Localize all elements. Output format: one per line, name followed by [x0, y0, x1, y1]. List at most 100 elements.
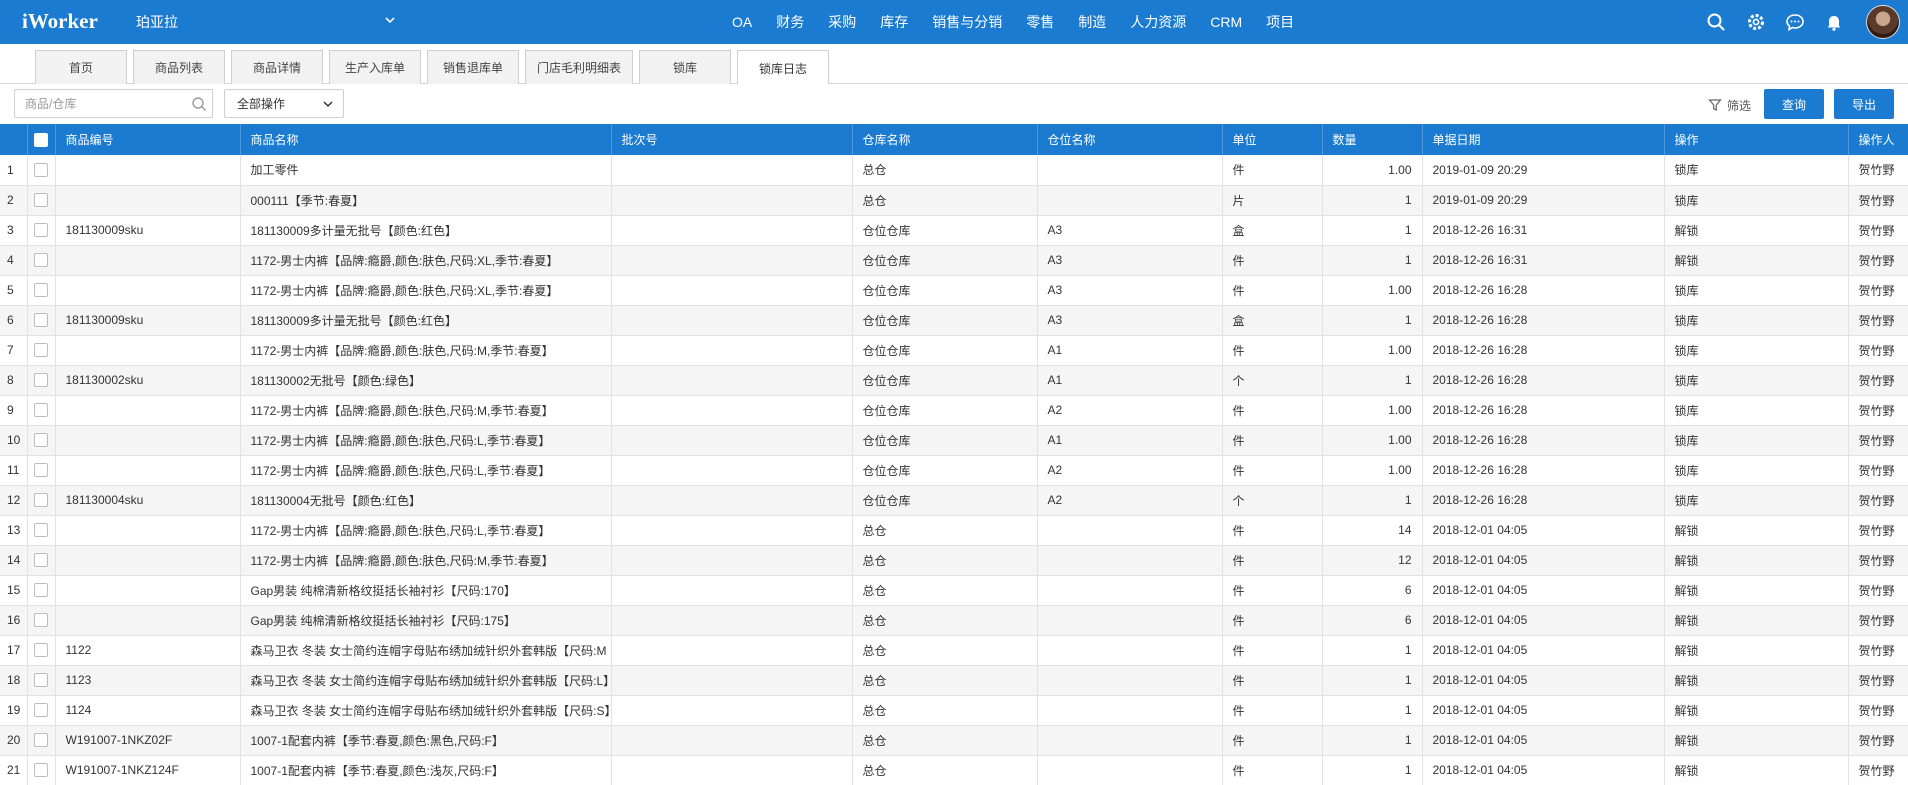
table-row[interactable]: 8 181130002sku 181130002无批号【颜色:绿色】 仓位仓库 A1 个 1…	[0, 365, 1908, 396]
tab-store-margin[interactable]: 门店毛利明细表	[525, 50, 633, 84]
nav-project[interactable]: 项目	[1254, 12, 1306, 32]
row-select-checkbox[interactable]	[34, 403, 48, 418]
row-select-checkbox[interactable]	[34, 223, 48, 238]
nav-purchase[interactable]: 采购	[816, 12, 868, 32]
header-select-all[interactable]	[27, 124, 56, 155]
row-checkbox[interactable]	[27, 725, 56, 756]
nav-finance[interactable]: 财务	[764, 12, 816, 32]
nav-crm[interactable]: CRM	[1198, 14, 1254, 30]
row-select-checkbox[interactable]	[34, 283, 48, 298]
tab-sales-return[interactable]: 销售退库单	[427, 50, 519, 84]
row-checkbox[interactable]	[27, 275, 56, 306]
tab-stock-lock-log[interactable]: 锁库日志	[737, 50, 829, 85]
row-select-checkbox[interactable]	[34, 253, 48, 268]
table-row[interactable]: 11 1172-男士内裤【品牌:瘾爵,颜色:肤色,尺码:L,季节:春夏】 仓位仓库 A…	[0, 455, 1908, 486]
row-checkbox[interactable]	[27, 185, 56, 216]
row-select-checkbox[interactable]	[34, 583, 48, 598]
table-row[interactable]: 7 1172-男士内裤【品牌:瘾爵,颜色:肤色,尺码:M,季节:春夏】 仓位仓库 A1…	[0, 335, 1908, 366]
table-row[interactable]: 4 1172-男士内裤【品牌:瘾爵,颜色:肤色,尺码:XL,季节:春夏】 仓位仓库 A…	[0, 245, 1908, 276]
header-operator[interactable]: 操作人	[1848, 124, 1908, 155]
table-row[interactable]: 3 181130009sku 181130009多计量无批号【颜色:红色】 仓位仓库 A…	[0, 215, 1908, 246]
table-row[interactable]: 10 1172-男士内裤【品牌:瘾爵,颜色:肤色,尺码:L,季节:春夏】 仓位仓库 A…	[0, 425, 1908, 456]
table-row[interactable]: 17 1122 森马卫衣 冬装 女士简约连帽字母贴布绣加绒针织外套韩版【尺码:M 总仓…	[0, 635, 1908, 666]
search-icon[interactable]	[1706, 12, 1726, 32]
app-logo[interactable]: iWorker	[22, 9, 98, 34]
table-row[interactable]: 6 181130009sku 181130009多计量无批号【颜色:红色】 仓位仓库 A…	[0, 305, 1908, 336]
nav-manufacturing[interactable]: 制造	[1066, 12, 1118, 32]
row-select-checkbox[interactable]	[34, 553, 48, 568]
row-checkbox[interactable]	[27, 155, 56, 186]
row-checkbox[interactable]	[27, 755, 56, 785]
nav-sales[interactable]: 销售与分销	[920, 12, 1014, 32]
tab-product-detail[interactable]: 商品详情	[231, 50, 323, 84]
row-select-checkbox[interactable]	[34, 193, 48, 208]
row-select-checkbox[interactable]	[34, 703, 48, 718]
row-checkbox[interactable]	[27, 695, 56, 726]
row-select-checkbox[interactable]	[34, 313, 48, 328]
select-all-checkbox[interactable]	[34, 132, 48, 147]
row-checkbox[interactable]	[27, 245, 56, 276]
nav-inventory[interactable]: 库存	[868, 12, 920, 32]
chevron-down-icon[interactable]	[383, 13, 397, 27]
search-icon[interactable]	[191, 96, 207, 112]
header-quantity[interactable]: 数量	[1322, 124, 1423, 155]
company-name[interactable]: 珀亚拉	[136, 12, 178, 32]
table-row[interactable]: 15 Gap男装 纯棉清新格纹挺括长袖衬衫【尺码:170】 总仓 件 6 2018-12-…	[0, 575, 1908, 606]
tab-home[interactable]: 首页	[35, 50, 127, 84]
row-checkbox[interactable]	[27, 425, 56, 456]
row-checkbox[interactable]	[27, 335, 56, 366]
filter-button[interactable]: 筛选	[1708, 96, 1751, 114]
operation-select[interactable]: 全部操作	[224, 89, 344, 118]
row-select-checkbox[interactable]	[34, 763, 48, 778]
table-row[interactable]: 13 1172-男士内裤【品牌:瘾爵,颜色:肤色,尺码:L,季节:春夏】 总仓 件 14…	[0, 515, 1908, 546]
header-location[interactable]: 仓位名称	[1037, 124, 1223, 155]
row-select-checkbox[interactable]	[34, 463, 48, 478]
table-row[interactable]: 14 1172-男士内裤【品牌:瘾爵,颜色:肤色,尺码:M,季节:春夏】 总仓 件 12…	[0, 545, 1908, 576]
chat-icon[interactable]	[1785, 12, 1805, 32]
row-select-checkbox[interactable]	[34, 523, 48, 538]
row-select-checkbox[interactable]	[34, 343, 48, 358]
row-checkbox[interactable]	[27, 305, 56, 336]
table-row[interactable]: 9 1172-男士内裤【品牌:瘾爵,颜色:肤色,尺码:M,季节:春夏】 仓位仓库 A2…	[0, 395, 1908, 426]
table-row[interactable]: 5 1172-男士内裤【品牌:瘾爵,颜色:肤色,尺码:XL,季节:春夏】 仓位仓库 A…	[0, 275, 1908, 306]
tab-stock-lock[interactable]: 锁库	[639, 50, 731, 84]
row-checkbox[interactable]	[27, 485, 56, 516]
nav-hr[interactable]: 人力资源	[1118, 12, 1198, 32]
export-button[interactable]: 导出	[1834, 89, 1894, 119]
row-select-checkbox[interactable]	[34, 643, 48, 658]
table-row[interactable]: 20 W191007-1NKZ02F 1007-1配套内裤【季节:春夏,颜色:黑色,…	[0, 725, 1908, 756]
row-select-checkbox[interactable]	[34, 613, 48, 628]
gear-icon[interactable]	[1746, 12, 1766, 32]
search-input[interactable]	[14, 89, 213, 118]
row-checkbox[interactable]	[27, 215, 56, 246]
header-product-name[interactable]: 商品名称	[240, 124, 612, 155]
tab-product-list[interactable]: 商品列表	[133, 50, 225, 84]
user-avatar[interactable]	[1866, 5, 1900, 39]
row-select-checkbox[interactable]	[34, 433, 48, 448]
header-unit[interactable]: 单位	[1222, 124, 1323, 155]
nav-retail[interactable]: 零售	[1014, 12, 1066, 32]
row-checkbox[interactable]	[27, 545, 56, 576]
header-warehouse[interactable]: 仓库名称	[852, 124, 1038, 155]
header-product-code[interactable]: 商品编号	[55, 124, 241, 155]
row-checkbox[interactable]	[27, 515, 56, 546]
bell-icon[interactable]	[1824, 12, 1844, 32]
row-select-checkbox[interactable]	[34, 673, 48, 688]
query-button[interactable]: 查询	[1764, 89, 1824, 119]
header-operation[interactable]: 操作	[1664, 124, 1849, 155]
table-row[interactable]: 12 181130004sku 181130004无批号【颜色:红色】 仓位仓库 A2 个…	[0, 485, 1908, 516]
row-checkbox[interactable]	[27, 575, 56, 606]
row-select-checkbox[interactable]	[34, 163, 48, 178]
row-select-checkbox[interactable]	[34, 373, 48, 388]
row-checkbox[interactable]	[27, 665, 56, 696]
tab-production-receipt[interactable]: 生产入库单	[329, 50, 421, 84]
table-row[interactable]: 21 W191007-1NKZ124F 1007-1配套内裤【季节:春夏,颜色:浅灰…	[0, 755, 1908, 785]
table-row[interactable]: 1 加工零件 总仓 件 1.00 2019-01-09 20:29 锁库 贺竹野	[0, 155, 1908, 186]
header-batch-number[interactable]: 批次号	[611, 124, 853, 155]
table-row[interactable]: 18 1123 森马卫衣 冬装 女士简约连帽字母贴布绣加绒针织外套韩版【尺码:L】 总…	[0, 665, 1908, 696]
row-checkbox[interactable]	[27, 605, 56, 636]
row-checkbox[interactable]	[27, 395, 56, 426]
row-select-checkbox[interactable]	[34, 733, 48, 748]
row-checkbox[interactable]	[27, 455, 56, 486]
table-row[interactable]: 16 Gap男装 纯棉清新格纹挺括长袖衬衫【尺码:175】 总仓 件 6 2018-12-…	[0, 605, 1908, 636]
